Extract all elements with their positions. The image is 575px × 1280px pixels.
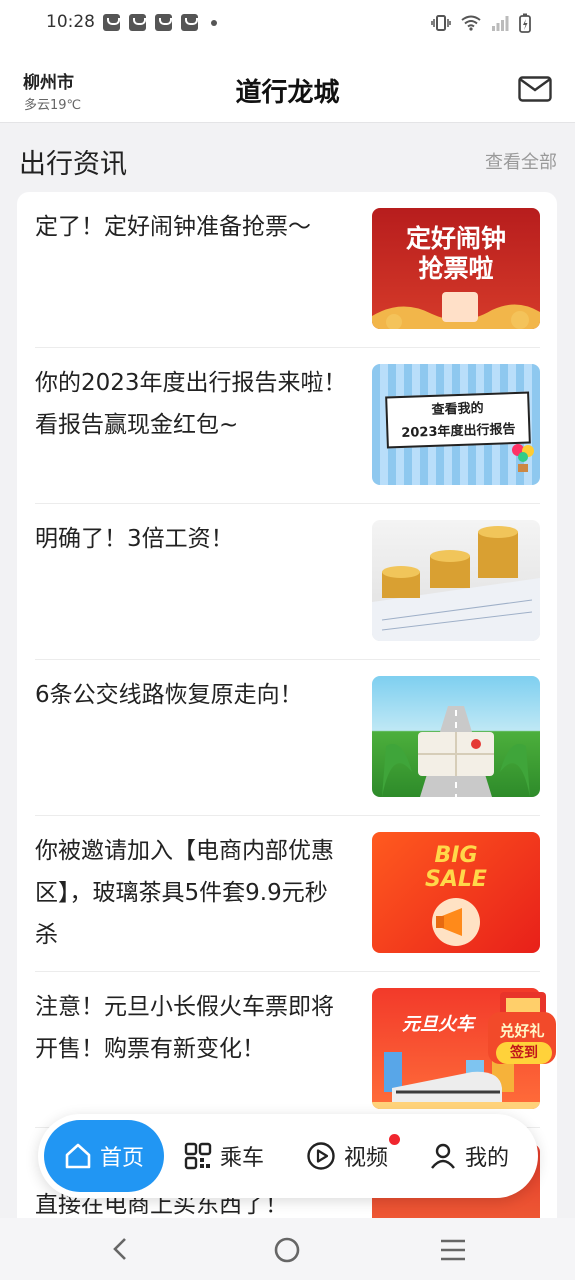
user-icon bbox=[431, 1143, 455, 1169]
app-screen: 10:28 柳州市 多云19℃ 道行龙城 出行资讯 查看全部 定了！定好闹钟准备… bbox=[0, 0, 575, 1280]
wifi-icon bbox=[461, 15, 481, 31]
news-title: 6条公交线路恢复原走向！ bbox=[35, 682, 303, 708]
shopping-bag-icon bbox=[103, 14, 120, 31]
sign-in-reward-badge[interactable]: 兑好礼 签到 bbox=[486, 990, 558, 1070]
app-header: 柳州市 多云19℃ 道行龙城 bbox=[0, 48, 575, 123]
view-all-link[interactable]: 查看全部 bbox=[485, 148, 557, 174]
back-icon[interactable] bbox=[108, 1237, 132, 1261]
news-title: 你被邀请加入【电商内部优惠区】，玻璃茶具5件套9.9元秒杀 bbox=[35, 838, 334, 948]
news-item[interactable]: 你被邀请加入【电商内部优惠区】，玻璃茶具5件套9.9元秒杀 BIG SALE bbox=[35, 816, 540, 972]
balloon-icon bbox=[512, 444, 534, 472]
news-item[interactable]: 注意！元旦小长假火车票即将开售！购票有新变化！ 元旦火车 bbox=[35, 972, 540, 1128]
ticket-illustration bbox=[372, 292, 540, 329]
mail-icon[interactable] bbox=[518, 76, 552, 102]
vibrate-icon bbox=[431, 15, 451, 31]
news-title: 你的2023年度出行报告来啦！看报告赢现金红包~ bbox=[35, 370, 347, 438]
home-icon bbox=[65, 1143, 91, 1169]
news-title: 注意！元旦小长假火车票即将开售！购票有新变化！ bbox=[35, 994, 334, 1062]
badge-label: 兑好礼 bbox=[499, 1022, 545, 1040]
more-notifications-dot bbox=[211, 20, 217, 26]
news-thumbnail: BIG SALE bbox=[372, 832, 540, 953]
news-list: 定了！定好闹钟准备抢票～ 定好闹钟 抢票啦 你的2023年度出行报告来啦！看报告… bbox=[17, 192, 557, 1252]
tab-video[interactable]: 视频 bbox=[306, 1120, 388, 1192]
shopping-bag-icon bbox=[129, 14, 146, 31]
home-button-icon[interactable] bbox=[273, 1236, 301, 1264]
status-bar: 10:28 bbox=[0, 0, 575, 48]
thumbnail-text: 元旦火车 bbox=[402, 1014, 474, 1035]
news-title: 定了！定好闹钟准备抢票～ bbox=[35, 214, 311, 240]
news-item[interactable]: 定了！定好闹钟准备抢票～ 定好闹钟 抢票啦 bbox=[35, 192, 540, 348]
news-item[interactable]: 6条公交线路恢复原走向！ bbox=[35, 660, 540, 816]
qr-code-icon bbox=[184, 1142, 212, 1170]
recent-apps-icon[interactable] bbox=[439, 1238, 467, 1262]
section-title: 出行资讯 bbox=[19, 149, 127, 180]
thumbnail-text: SALE bbox=[425, 867, 487, 892]
road-map-illustration bbox=[382, 706, 530, 797]
tab-ride[interactable]: 乘车 bbox=[184, 1120, 264, 1192]
thumbnail-text: 抢票啦 bbox=[418, 254, 494, 283]
tab-label: 乘车 bbox=[220, 1146, 265, 1171]
tab-label: 视频 bbox=[344, 1146, 389, 1171]
system-nav-bar bbox=[0, 1218, 575, 1280]
play-icon bbox=[307, 1142, 335, 1170]
coin-stacks-illustration bbox=[372, 526, 540, 641]
status-icons bbox=[431, 13, 531, 33]
status-time: 10:28 bbox=[46, 12, 95, 32]
megaphone-icon bbox=[432, 898, 480, 946]
news-item[interactable]: 你的2023年度出行报告来啦！看报告赢现金红包~ 查看我的 2023年度出行报告 bbox=[35, 348, 540, 504]
news-thumbnail: 查看我的 2023年度出行报告 bbox=[372, 364, 540, 485]
tab-profile[interactable]: 我的 bbox=[429, 1120, 509, 1192]
battery-charging-icon bbox=[519, 13, 531, 33]
tab-label: 我的 bbox=[465, 1146, 510, 1171]
sign-in-button[interactable]: 签到 bbox=[496, 1042, 552, 1064]
thumbnail-text: 2023年度出行报告 bbox=[401, 422, 516, 441]
bottom-tab-bar: 首页 乘车 视频 我的 bbox=[38, 1114, 538, 1198]
tab-home[interactable]: 首页 bbox=[44, 1120, 164, 1192]
news-thumbnail bbox=[372, 520, 540, 641]
thumbnail-text: BIG bbox=[434, 843, 478, 868]
news-thumbnail bbox=[372, 676, 540, 797]
app-title: 道行龙城 bbox=[235, 78, 340, 108]
shopping-bag-icon bbox=[155, 14, 172, 31]
shopping-bag-icon bbox=[181, 14, 198, 31]
notification-dot bbox=[389, 1134, 400, 1145]
signal-icon bbox=[492, 16, 509, 31]
news-thumbnail: 定好闹钟 抢票啦 bbox=[372, 208, 540, 329]
news-title: 明确了！3倍工资！ bbox=[35, 526, 234, 552]
thumbnail-text: 定好闹钟 bbox=[405, 224, 506, 253]
tab-label: 首页 bbox=[99, 1146, 144, 1171]
news-item[interactable]: 明确了！3倍工资！ bbox=[35, 504, 540, 660]
